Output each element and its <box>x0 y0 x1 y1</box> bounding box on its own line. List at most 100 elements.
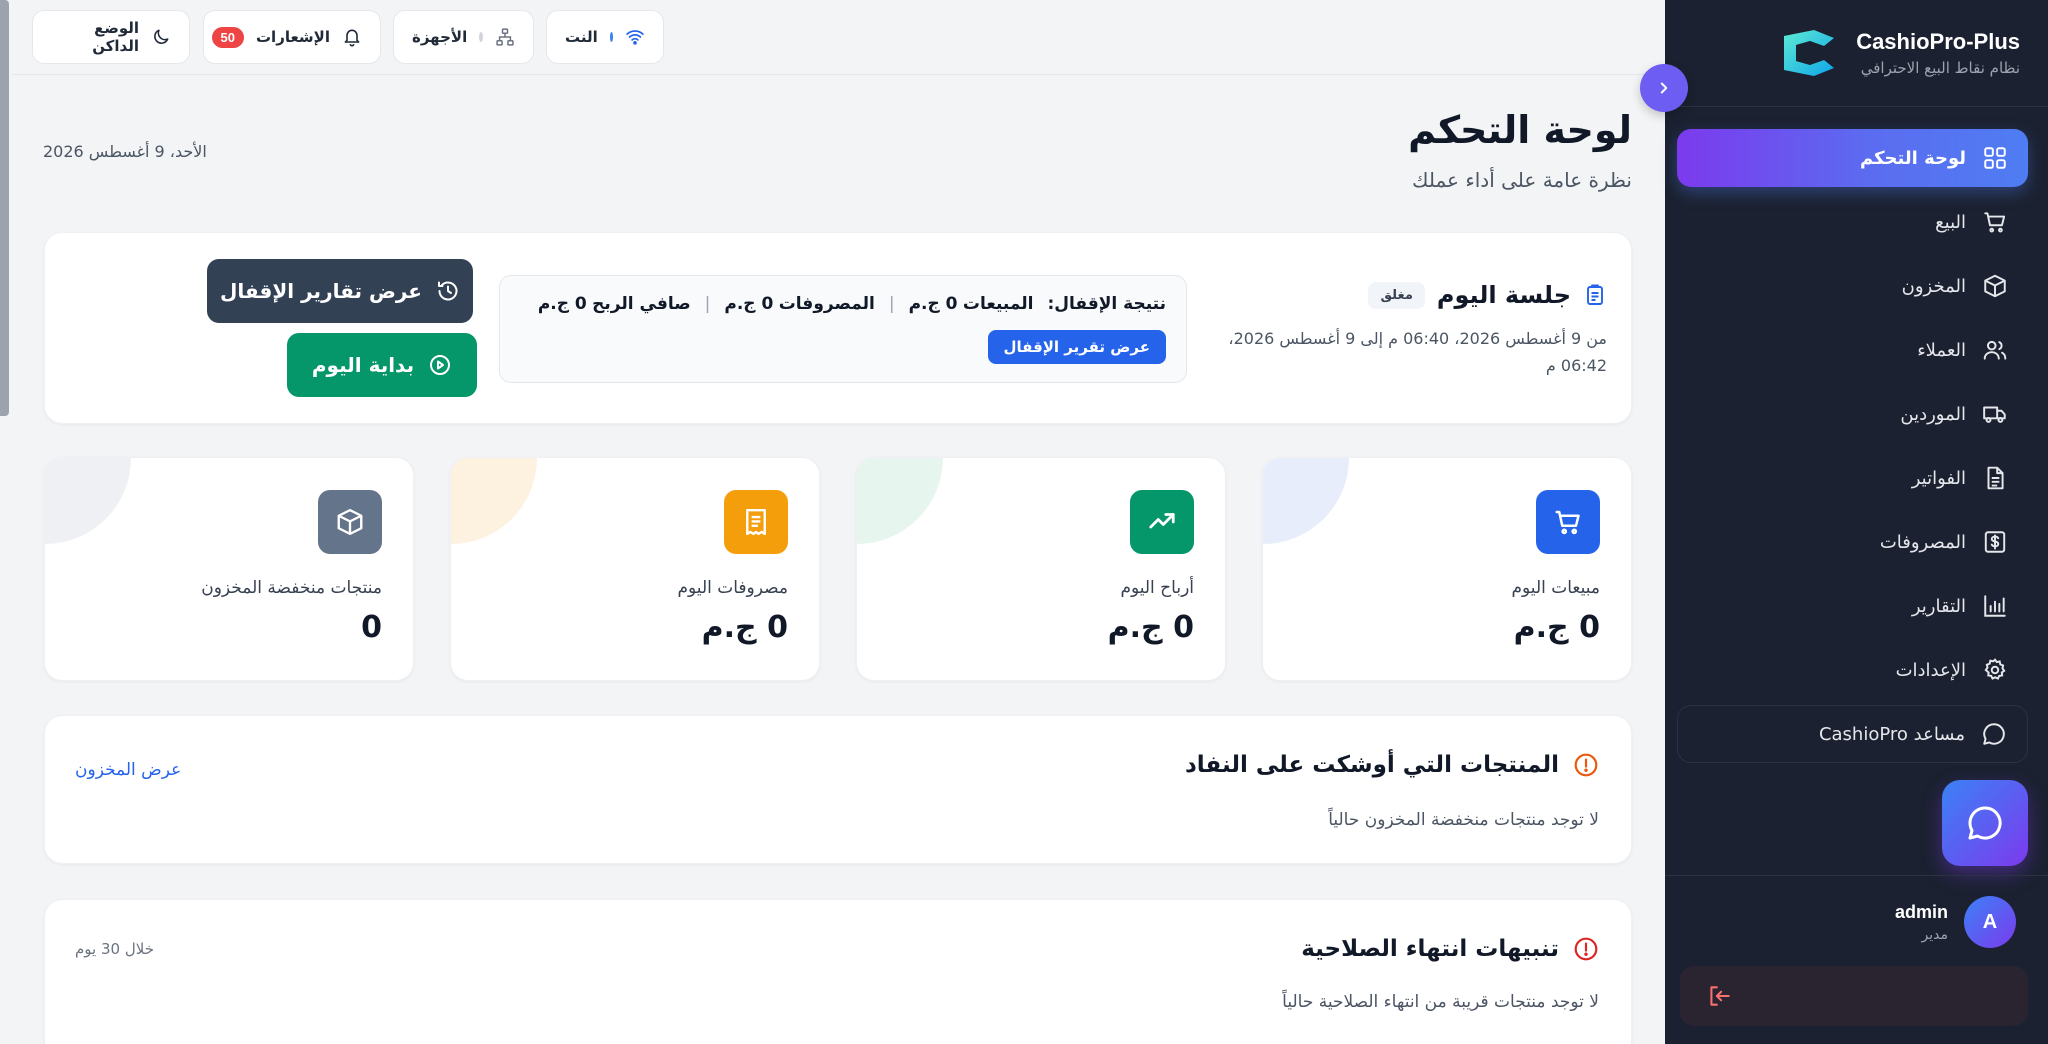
sidebar-item-label: الفواتير <box>1911 467 1966 489</box>
expiry-period: خلال 30 يوم <box>75 940 154 958</box>
sidebar-item-customers[interactable]: العملاء <box>1677 321 2028 379</box>
logo-icon <box>1776 26 1838 80</box>
avatar: A <box>1964 896 2016 948</box>
sidebar-item-label: الموردين <box>1900 403 1966 425</box>
status-badge: مغلق <box>1368 281 1425 309</box>
sidebar-item-label: المخزون <box>1901 275 1966 297</box>
sidebar-item-sales[interactable]: البيع <box>1677 193 2028 251</box>
decorative-corner <box>45 458 131 544</box>
scrollbar[interactable] <box>0 0 9 416</box>
wifi-icon <box>625 27 645 47</box>
dollar-icon <box>1982 529 2008 555</box>
sidebar-item-settings[interactable]: الإعدادات <box>1677 641 2028 699</box>
sidebar-item-label: مساعد CashioPro <box>1818 723 1965 745</box>
network-icon <box>495 27 515 47</box>
stat-label: أرباح اليوم <box>1120 578 1194 598</box>
user-profile[interactable]: A admin مدير <box>1895 896 2016 948</box>
decorative-corner <box>451 458 537 544</box>
bell-icon <box>342 27 362 47</box>
start-day-label: بداية اليوم <box>311 353 415 377</box>
low-stock-title: المنتجات التي أوشكت على النفاد <box>1184 752 1559 778</box>
sidebar-item-reports[interactable]: التقارير <box>1677 577 2028 635</box>
devices-status-dot <box>479 32 483 42</box>
stat-value: 0 <box>361 610 382 645</box>
low-stock-panel: المنتجات التي أوشكت على النفاد لا توجد م… <box>44 715 1632 864</box>
dark-mode-toggle[interactable]: الوضع الداكن <box>32 10 190 64</box>
stat-value: 0 ج.م <box>1107 610 1194 645</box>
divider <box>1665 875 2048 876</box>
closing-result-label: نتيجة الإقفال: <box>1047 294 1166 314</box>
brand: CashioPro-Plus نظام نقاط البيع الاحترافي <box>1776 26 2020 80</box>
trending-up-icon <box>1130 490 1194 554</box>
brand-name: CashioPro-Plus <box>1856 29 2020 54</box>
gear-icon <box>1982 657 2008 683</box>
start-day-button[interactable]: بداية اليوم <box>287 333 477 397</box>
devices-label: الأجهزة <box>412 28 468 46</box>
history-icon <box>436 279 460 303</box>
sidebar-item-inventory[interactable]: المخزون <box>1677 257 2028 315</box>
sidebar-item-invoices[interactable]: الفواتير <box>1677 449 2028 507</box>
sidebar-item-label: المصروفات <box>1879 531 1966 553</box>
low-stock-empty-message: لا توجد منتجات منخفضة المخزون حالياً <box>1328 810 1599 830</box>
sidebar-item-expenses[interactable]: المصروفات <box>1677 513 2028 571</box>
sidebar-item-dashboard[interactable]: لوحة التحكم <box>1677 129 2028 187</box>
view-inventory-link[interactable]: عرض المخزون <box>75 760 181 780</box>
internet-status[interactable]: النت <box>546 10 664 64</box>
sidebar-item-label: البيع <box>1935 211 1966 233</box>
sidebar-nav: لوحة التحكم البيع المخزون العملاء المورد… <box>1677 129 2028 769</box>
cart-icon <box>1536 490 1600 554</box>
sidebar-item-assistant[interactable]: مساعد CashioPro <box>1677 705 2028 763</box>
chat-bubble-icon <box>1965 803 2005 843</box>
cart-icon <box>1982 209 2008 235</box>
expenses-label: المصروفات <box>778 294 875 314</box>
box-icon <box>318 490 382 554</box>
separator: | <box>704 294 711 314</box>
stat-label: منتجات منخفضة المخزون <box>201 578 382 598</box>
decorative-corner <box>1263 458 1349 544</box>
session-title: جلسة اليوم <box>1436 281 1571 309</box>
notifications-button[interactable]: الإشعارات 50 <box>203 10 381 64</box>
chat-button[interactable] <box>1942 780 2028 866</box>
dark-mode-label: الوضع الداكن <box>92 19 139 55</box>
view-closing-report-button[interactable]: عرض تقرير الإقفال <box>987 330 1166 364</box>
sidebar-item-label: لوحة التحكم <box>1859 147 1966 169</box>
logout-button[interactable] <box>1680 966 2028 1026</box>
box-icon <box>1982 273 2008 299</box>
view-closing-reports-button[interactable]: عرض تقارير الإقفال <box>207 259 473 323</box>
separator: | <box>888 294 895 314</box>
sales-label: المبيعات <box>962 294 1034 314</box>
session-range: من 9 أغسطس 2026، 06:40 م إلى 9 أغسطس 202… <box>1228 329 1607 375</box>
closing-result-box: نتيجة الإقفال: المبيعات 0 ج.م | المصروفا… <box>499 275 1187 383</box>
receipt-icon <box>724 490 788 554</box>
sales-value: 0 ج.م <box>908 294 958 314</box>
profit-label: صافي الربح <box>592 294 691 314</box>
sidebar-item-suppliers[interactable]: الموردين <box>1677 385 2028 443</box>
stat-card-expenses: مصروفات اليوم 0 ج.م <box>450 457 820 681</box>
logout-icon <box>1706 983 1732 1009</box>
notifications-label: الإشعارات <box>255 28 330 46</box>
devices-status[interactable]: الأجهزة <box>393 10 534 64</box>
alert-circle-icon <box>1573 936 1599 962</box>
play-circle-icon <box>428 353 452 377</box>
sidebar-collapse-button[interactable] <box>1640 64 1688 112</box>
notifications-badge: 50 <box>211 26 244 48</box>
internet-label: النت <box>565 28 598 46</box>
internet-status-dot <box>609 32 613 42</box>
view-closing-reports-label: عرض تقارير الإقفال <box>220 279 422 303</box>
stat-card-sales: مبيعات اليوم 0 ج.م <box>1262 457 1632 681</box>
stat-value: 0 ج.م <box>701 610 788 645</box>
user-role: مدير <box>1921 926 1948 943</box>
expenses-value: 0 ج.م <box>724 294 774 314</box>
stat-card-low-stock: منتجات منخفضة المخزون 0 <box>44 457 414 681</box>
expiry-title: تنبيهات انتهاء الصلاحية <box>1301 936 1559 962</box>
decorative-corner <box>857 458 943 544</box>
grid-icon <box>1982 145 2008 171</box>
page-title: لوحة التحكم <box>1408 108 1632 152</box>
sidebar-item-label: الإعدادات <box>1895 659 1966 681</box>
truck-icon <box>1982 401 2008 427</box>
profit-value: 0 ج.م <box>537 294 587 314</box>
stat-label: مصروفات اليوم <box>677 578 789 598</box>
stat-value: 0 ج.م <box>1513 610 1600 645</box>
session-card: جلسة اليوم مغلق من 9 أغسطس 2026، 06:40 م… <box>44 232 1632 424</box>
page-subtitle: نظرة عامة على أداء عملك <box>1412 168 1632 192</box>
